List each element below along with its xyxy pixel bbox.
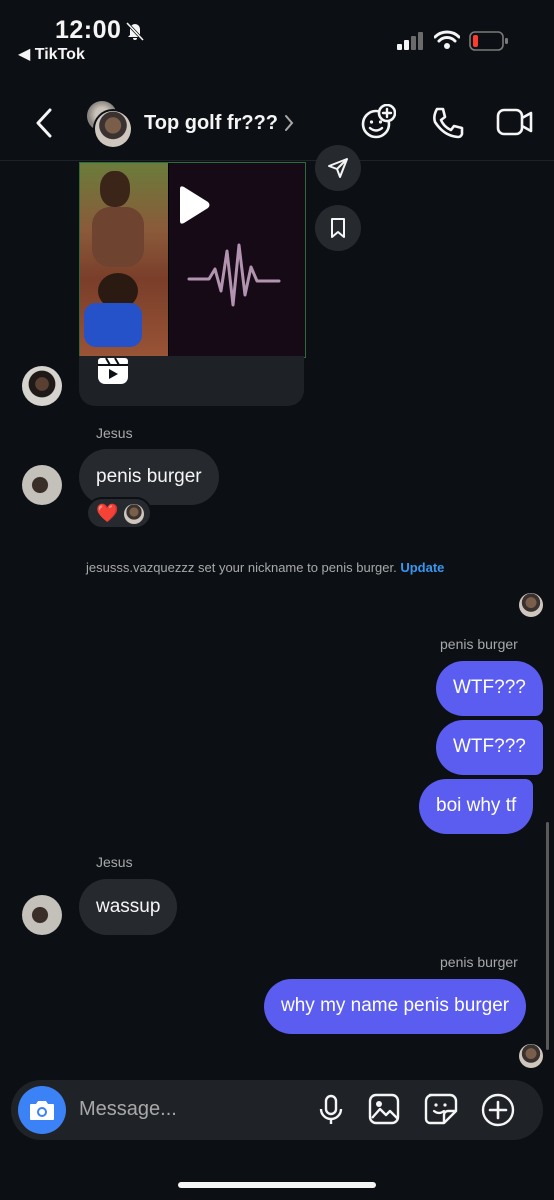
my-nickname: penis burger — [440, 636, 518, 652]
video-call-icon[interactable] — [496, 107, 534, 137]
jesus-avatar[interactable] — [22, 895, 62, 935]
outgoing-message[interactable]: why my name penis burger — [264, 979, 527, 1034]
camera-button[interactable] — [18, 1086, 66, 1134]
battery-icon — [469, 31, 509, 56]
sticker-icon[interactable] — [424, 1093, 458, 1130]
message-text: why my name penis burger — [281, 995, 510, 1017]
status-time: 12:00 — [55, 16, 122, 44]
header-divider — [0, 160, 554, 161]
microphone-icon[interactable] — [318, 1094, 344, 1131]
sender-avatar[interactable] — [22, 366, 62, 406]
message-text: WTF??? — [453, 736, 526, 758]
system-notice-text: jesusss.vazquezzz set your nickname to p… — [86, 560, 397, 575]
chat-title[interactable]: Top golf fr??? — [144, 112, 278, 135]
message-input[interactable]: Message... — [79, 1098, 177, 1121]
cellular-signal-icon — [397, 32, 425, 55]
back-chevron-icon[interactable] — [34, 108, 54, 138]
sender-name: Jesus — [96, 425, 133, 441]
save-reel-button[interactable] — [315, 205, 361, 251]
reaction-pill[interactable]: ❤️ — [86, 497, 152, 529]
effects-icon[interactable] — [360, 104, 396, 140]
outgoing-message[interactable]: WTF??? — [436, 720, 543, 775]
seen-avatar — [519, 593, 543, 617]
message-text: WTF??? — [453, 677, 526, 699]
mute-bell-icon — [124, 20, 146, 47]
system-notice: jesusss.vazquezzz set your nickname to p… — [86, 560, 444, 575]
reactor-avatar — [124, 504, 144, 524]
home-indicator[interactable] — [178, 1182, 376, 1188]
wifi-icon — [433, 30, 461, 55]
update-nickname-link[interactable]: Update — [400, 560, 444, 575]
camera-icon — [30, 1101, 54, 1120]
outgoing-message[interactable]: WTF??? — [436, 661, 543, 716]
share-reel-button[interactable] — [315, 145, 361, 191]
bookmark-icon — [331, 218, 345, 238]
my-nickname: penis burger — [440, 954, 518, 970]
message-text: wassup — [96, 895, 161, 917]
message-text: penis burger — [96, 465, 202, 487]
play-icon[interactable] — [174, 185, 212, 230]
back-to-app-link[interactable]: ◀ TikTok — [18, 44, 85, 64]
paper-plane-icon — [328, 158, 348, 178]
gallery-image-icon[interactable] — [368, 1093, 400, 1130]
title-chevron-right-icon[interactable] — [284, 114, 294, 137]
heart-reaction-icon: ❤️ — [96, 503, 119, 524]
jesus-avatar[interactable] — [22, 465, 62, 505]
outgoing-message[interactable]: boi why tf — [419, 779, 534, 834]
reels-icon — [96, 356, 130, 391]
shared-reel-thumbnail[interactable] — [79, 162, 306, 358]
chat-title-text: Top golf fr??? — [144, 112, 279, 134]
seen-avatar — [519, 1044, 543, 1068]
phone-call-icon[interactable] — [430, 106, 464, 140]
incoming-message[interactable]: wassup — [79, 879, 178, 935]
sender-name: Jesus — [96, 854, 133, 870]
add-plus-icon[interactable] — [481, 1093, 515, 1132]
message-text: boi why tf — [436, 795, 517, 817]
reel-photo — [80, 163, 168, 357]
group-avatar-front[interactable] — [93, 109, 133, 149]
scrollbar[interactable] — [546, 822, 549, 1050]
